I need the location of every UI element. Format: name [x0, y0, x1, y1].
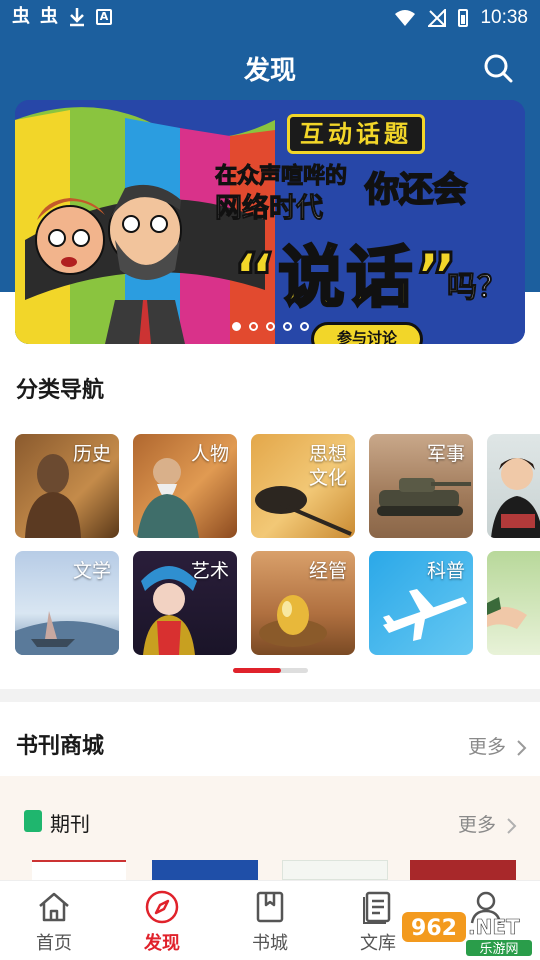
compass-icon — [145, 890, 179, 924]
magazine-cover[interactable] — [282, 860, 388, 880]
category-thought-culture[interactable]: 思想文化 — [251, 434, 355, 538]
category-label: 思想文化 — [308, 443, 347, 489]
book-icon — [256, 891, 284, 923]
category-people[interactable]: 人物 — [133, 434, 237, 538]
category-management[interactable]: 经管 — [251, 551, 355, 655]
category-label: 文学 — [72, 560, 111, 582]
more-label: 更多 — [468, 736, 507, 758]
section-divider — [0, 689, 540, 702]
battery-icon — [458, 9, 469, 27]
banner-headline-line2: 网络时代 — [215, 193, 324, 225]
watermark-domain: .NET — [468, 915, 520, 939]
nav-label: 发现 — [144, 933, 180, 954]
pagination-dot[interactable] — [232, 322, 241, 331]
magazine-cover[interactable] — [152, 860, 258, 880]
nav-label: 首页 — [36, 933, 72, 954]
category-partial[interactable] — [487, 434, 540, 538]
bookstore-title: 书刊商城 — [16, 733, 105, 759]
search-icon[interactable] — [482, 52, 514, 84]
scroll-indicator-thumb — [233, 668, 281, 673]
nav-home[interactable]: 首页 — [14, 889, 94, 955]
download-icon — [70, 8, 84, 27]
status-bar: 虫 虫 A 10:38 — [0, 0, 540, 36]
category-literature[interactable]: 文学 — [15, 551, 119, 655]
periodical-title: 期刊 — [50, 812, 90, 836]
pagination-dot[interactable] — [283, 322, 292, 331]
banner-headline-line5: 吗？ — [447, 270, 508, 306]
chevron-right-icon — [517, 739, 527, 756]
category-label: 人物 — [190, 443, 229, 465]
site-watermark: 962 .NET 乐游网 — [402, 910, 536, 957]
a-icon: A — [96, 9, 112, 25]
category-label: 历史 — [72, 443, 111, 465]
watermark-number: 962 — [411, 916, 457, 941]
notification-icon: 虫 — [12, 6, 30, 27]
category-label: 艺术 — [190, 560, 229, 582]
notification-icon: 虫 — [40, 6, 58, 27]
category-scroll-indicator — [233, 668, 308, 673]
banner-headline-line4: “说话” — [232, 238, 460, 318]
category-history[interactable]: 历史 — [15, 434, 119, 538]
nav-bookstore[interactable]: 书城 — [230, 889, 310, 955]
category-label: 科普 — [426, 560, 465, 582]
category-nav-title: 分类导航 — [16, 377, 105, 403]
home-icon — [39, 892, 69, 922]
no-signal-icon — [428, 9, 447, 27]
pagination-dot[interactable] — [266, 322, 275, 331]
library-icon — [363, 891, 391, 924]
magazine-cover[interactable] — [410, 860, 516, 880]
category-label: 经管 — [308, 560, 347, 582]
nav-discover[interactable]: 发现 — [122, 889, 202, 955]
periodical-more-link[interactable]: 更多 — [458, 810, 518, 837]
magazine-cover[interactable] — [32, 860, 126, 880]
promo-banner[interactable]: 互动话题 在众声喧哗的 网络时代 你还会 “说话” 吗？ 参与讨论 — [15, 100, 525, 344]
pagination-dot[interactable] — [300, 322, 309, 331]
banner-tag: 互动话题 — [287, 114, 425, 154]
reader-portrait-image — [491, 458, 540, 538]
more-label: 更多 — [458, 814, 497, 836]
category-science[interactable]: 科普 — [369, 551, 473, 655]
category-art[interactable]: 艺术 — [133, 551, 237, 655]
status-system: 10:38 — [394, 6, 528, 30]
wifi-icon — [395, 10, 416, 26]
periodical-book-icon — [24, 810, 42, 832]
handshake-image — [487, 597, 527, 629]
nav-label: 书城 — [252, 933, 288, 954]
watermark-brand: 乐游网 — [479, 942, 518, 956]
pagination-dot[interactable] — [249, 322, 258, 331]
clock: 10:38 — [480, 7, 528, 28]
category-label: 军事 — [426, 443, 465, 465]
banner-cta-button[interactable]: 参与讨论 — [311, 322, 423, 344]
status-notifications: 虫 虫 A — [12, 6, 112, 28]
page-title: 发现 — [243, 56, 296, 86]
category-military[interactable]: 军事 — [369, 434, 473, 538]
banner-headline-line3: 你还会 — [364, 169, 468, 211]
watermark-logo: 962 .NET 乐游网 — [402, 912, 532, 957]
title-bar: 发现 — [0, 42, 540, 94]
banner-pagination — [232, 322, 309, 331]
bookstore-more-link[interactable]: 更多 — [468, 732, 528, 759]
chevron-right-icon — [507, 817, 517, 834]
category-partial[interactable] — [487, 551, 540, 655]
